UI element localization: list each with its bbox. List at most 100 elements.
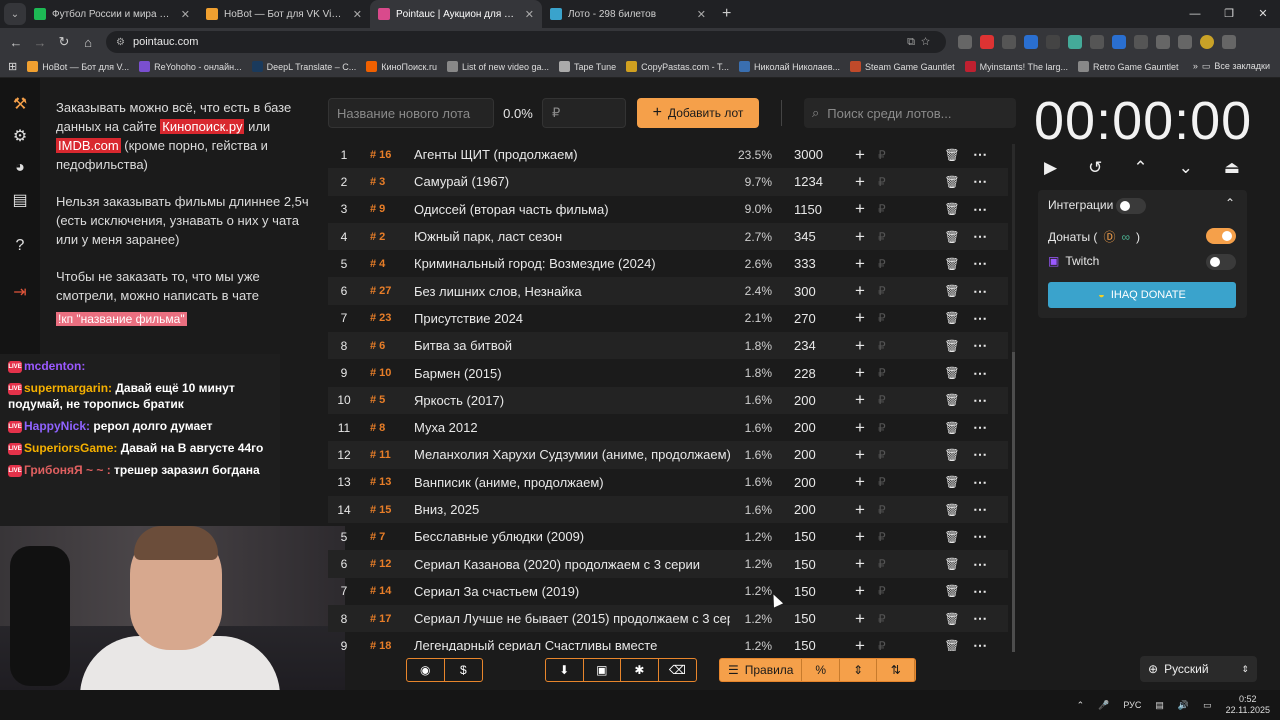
lot-name[interactable]: Легендарный сериал Счастливы вместе [414,638,730,651]
clear-icon[interactable]: ⌫ [659,659,696,681]
sort-icon[interactable]: ⇅ [877,659,915,681]
maximize-button[interactable]: ❐ [1212,0,1246,28]
extension-icon[interactable] [1046,35,1060,49]
lot-name[interactable]: Вниз, 2025 [414,502,730,517]
microphone-icon[interactable]: 🎤 [1098,700,1109,711]
extension-icon[interactable] [980,35,994,49]
trash-icon[interactable]: 🗑 [942,530,962,544]
trash-icon[interactable]: 🗑 [942,148,962,162]
ruble-input[interactable]: ₽ [878,448,898,462]
back-icon[interactable]: ← [4,35,28,50]
volume-icon[interactable]: 🔊 [1178,700,1189,711]
amount-input[interactable]: ₽ [542,98,626,128]
lot-name[interactable]: Яркость (2017) [414,393,730,408]
lot-name[interactable]: Присутствие 2024 [414,311,730,326]
browser-tab[interactable]: HoBot — Бот для VK Video ✕ [198,0,370,28]
bookmark-item[interactable]: Retro Game Gauntlet [1077,61,1179,72]
forward-icon[interactable]: → [28,35,52,50]
menu-icon[interactable] [1222,35,1236,49]
close-window-button[interactable]: ✕ [1246,0,1280,28]
rules-button[interactable]: ☰ Правила [720,659,803,681]
lot-name[interactable]: Южный парк, ласт сезон [414,229,730,244]
site-info-icon[interactable]: ⚙ [116,37,125,48]
lot-name[interactable]: Бармен (2015) [414,366,730,381]
add-amount-icon[interactable]: + [842,527,878,547]
trash-icon[interactable]: 🗑 [942,475,962,489]
add-amount-icon[interactable]: + [842,445,878,465]
trash-icon[interactable]: 🗑 [942,639,962,651]
add-amount-icon[interactable]: + [842,172,878,192]
trash-icon[interactable]: 🗑 [942,311,962,325]
add-amount-icon[interactable]: + [842,418,878,438]
ruble-input[interactable]: ₽ [878,503,898,517]
ruble-input[interactable]: ₽ [878,475,898,489]
network-icon[interactable]: ▤ [1155,700,1164,711]
more-icon[interactable]: ⋯ [962,173,998,190]
lot-name[interactable]: Одиссей (вторая часть фильма) [414,202,730,217]
trash-icon[interactable]: 🗑 [942,448,962,462]
lot-name[interactable]: Агенты ЩИТ (продолжаем) [414,147,730,162]
trash-icon[interactable]: 🗑 [942,175,962,189]
more-icon[interactable]: ⋯ [962,392,998,409]
lot-name[interactable]: Бесславные ублюдки (2009) [414,529,730,544]
trash-icon[interactable]: 🗑 [942,557,962,571]
wheel-icon[interactable]: ◕ [8,156,32,180]
lot-name[interactable]: Сериал За счастьем (2019) [414,584,730,599]
lot-search-input[interactable]: ⌕ Поиск среди лотов... [804,98,1016,128]
donations-toggle[interactable] [1206,228,1236,244]
more-icon[interactable]: ⋯ [962,146,998,163]
trash-icon[interactable]: 🗑 [942,202,962,216]
trash-icon[interactable]: 🗑 [942,584,962,598]
trash-icon[interactable]: 🗑 [942,421,962,435]
ruble-input[interactable]: ₽ [878,339,898,353]
add-amount-icon[interactable]: + [842,199,878,219]
add-amount-icon[interactable]: + [842,500,878,520]
trash-icon[interactable]: 🗑 [942,284,962,298]
url-bar-actions[interactable]: ⧉☆ [907,36,936,49]
more-icon[interactable]: ⋯ [962,337,998,354]
reset-icon[interactable]: ↺ [1088,158,1102,178]
browser-tab[interactable]: Pointauc | Аукцион для стрим ✕ [370,0,542,28]
more-icon[interactable]: ⋯ [962,637,998,651]
trash-icon[interactable]: 🗑 [942,257,962,271]
more-icon[interactable]: ⋯ [962,474,998,491]
extension-icon[interactable] [1134,35,1148,49]
add-amount-icon[interactable]: + [842,363,878,383]
extension-icon[interactable] [1090,35,1104,49]
lot-name[interactable]: Муха 2012 [414,420,730,435]
help-icon[interactable]: ? [8,234,32,258]
browser-tab[interactable]: Лото - 298 билетов ✕ [542,0,714,28]
lot-name[interactable]: Сериал Казанова (2020) продолжаем с 3 се… [414,557,730,572]
apps-icon[interactable]: ⊞ [8,60,17,73]
close-tab-icon[interactable]: ✕ [181,8,190,21]
ruble-input[interactable]: ₽ [878,393,898,407]
imdb-link[interactable]: IMDB.com [56,138,121,153]
new-lot-input[interactable]: Название нового лота [328,98,494,128]
url-bar[interactable]: ⚙ pointauc.com ⧉☆ [106,31,946,53]
percent-toggle[interactable]: % [802,659,840,681]
add-amount-icon[interactable]: + [842,554,878,574]
more-icon[interactable]: ⋯ [962,556,998,573]
tab-search-button[interactable]: ⌄ [4,3,26,25]
ruble-input[interactable]: ₽ [878,557,898,571]
chevron-up-icon[interactable]: ⌃ [1225,196,1235,210]
clipboard-icon[interactable]: ▤ [8,188,32,212]
more-icon[interactable]: ⋯ [962,255,998,272]
eject-icon[interactable]: ⏏ [1224,158,1240,178]
more-icon[interactable]: ⋯ [962,228,998,245]
puzzle-icon[interactable] [1156,35,1170,49]
integrations-toggle[interactable] [1116,198,1146,214]
minimize-button[interactable]: — [1178,0,1212,28]
more-icon[interactable]: ⋯ [962,310,998,327]
bookmark-item[interactable]: List of new video ga... [446,61,549,72]
extension-icon[interactable] [1002,35,1016,49]
add-amount-icon[interactable]: + [842,636,878,651]
reload-icon[interactable]: ↻ [52,34,76,50]
more-icon[interactable]: ⋯ [962,419,998,436]
ruble-input[interactable]: ₽ [878,148,898,162]
add-amount-icon[interactable]: + [842,581,878,601]
download-icon[interactable]: ⬇ [546,659,584,681]
chevron-up-icon[interactable]: ⌃ [1133,158,1147,178]
trash-icon[interactable]: 🗑 [942,230,962,244]
lot-name[interactable]: Сериал Лучше не бывает (2015) продолжаем… [414,611,730,626]
